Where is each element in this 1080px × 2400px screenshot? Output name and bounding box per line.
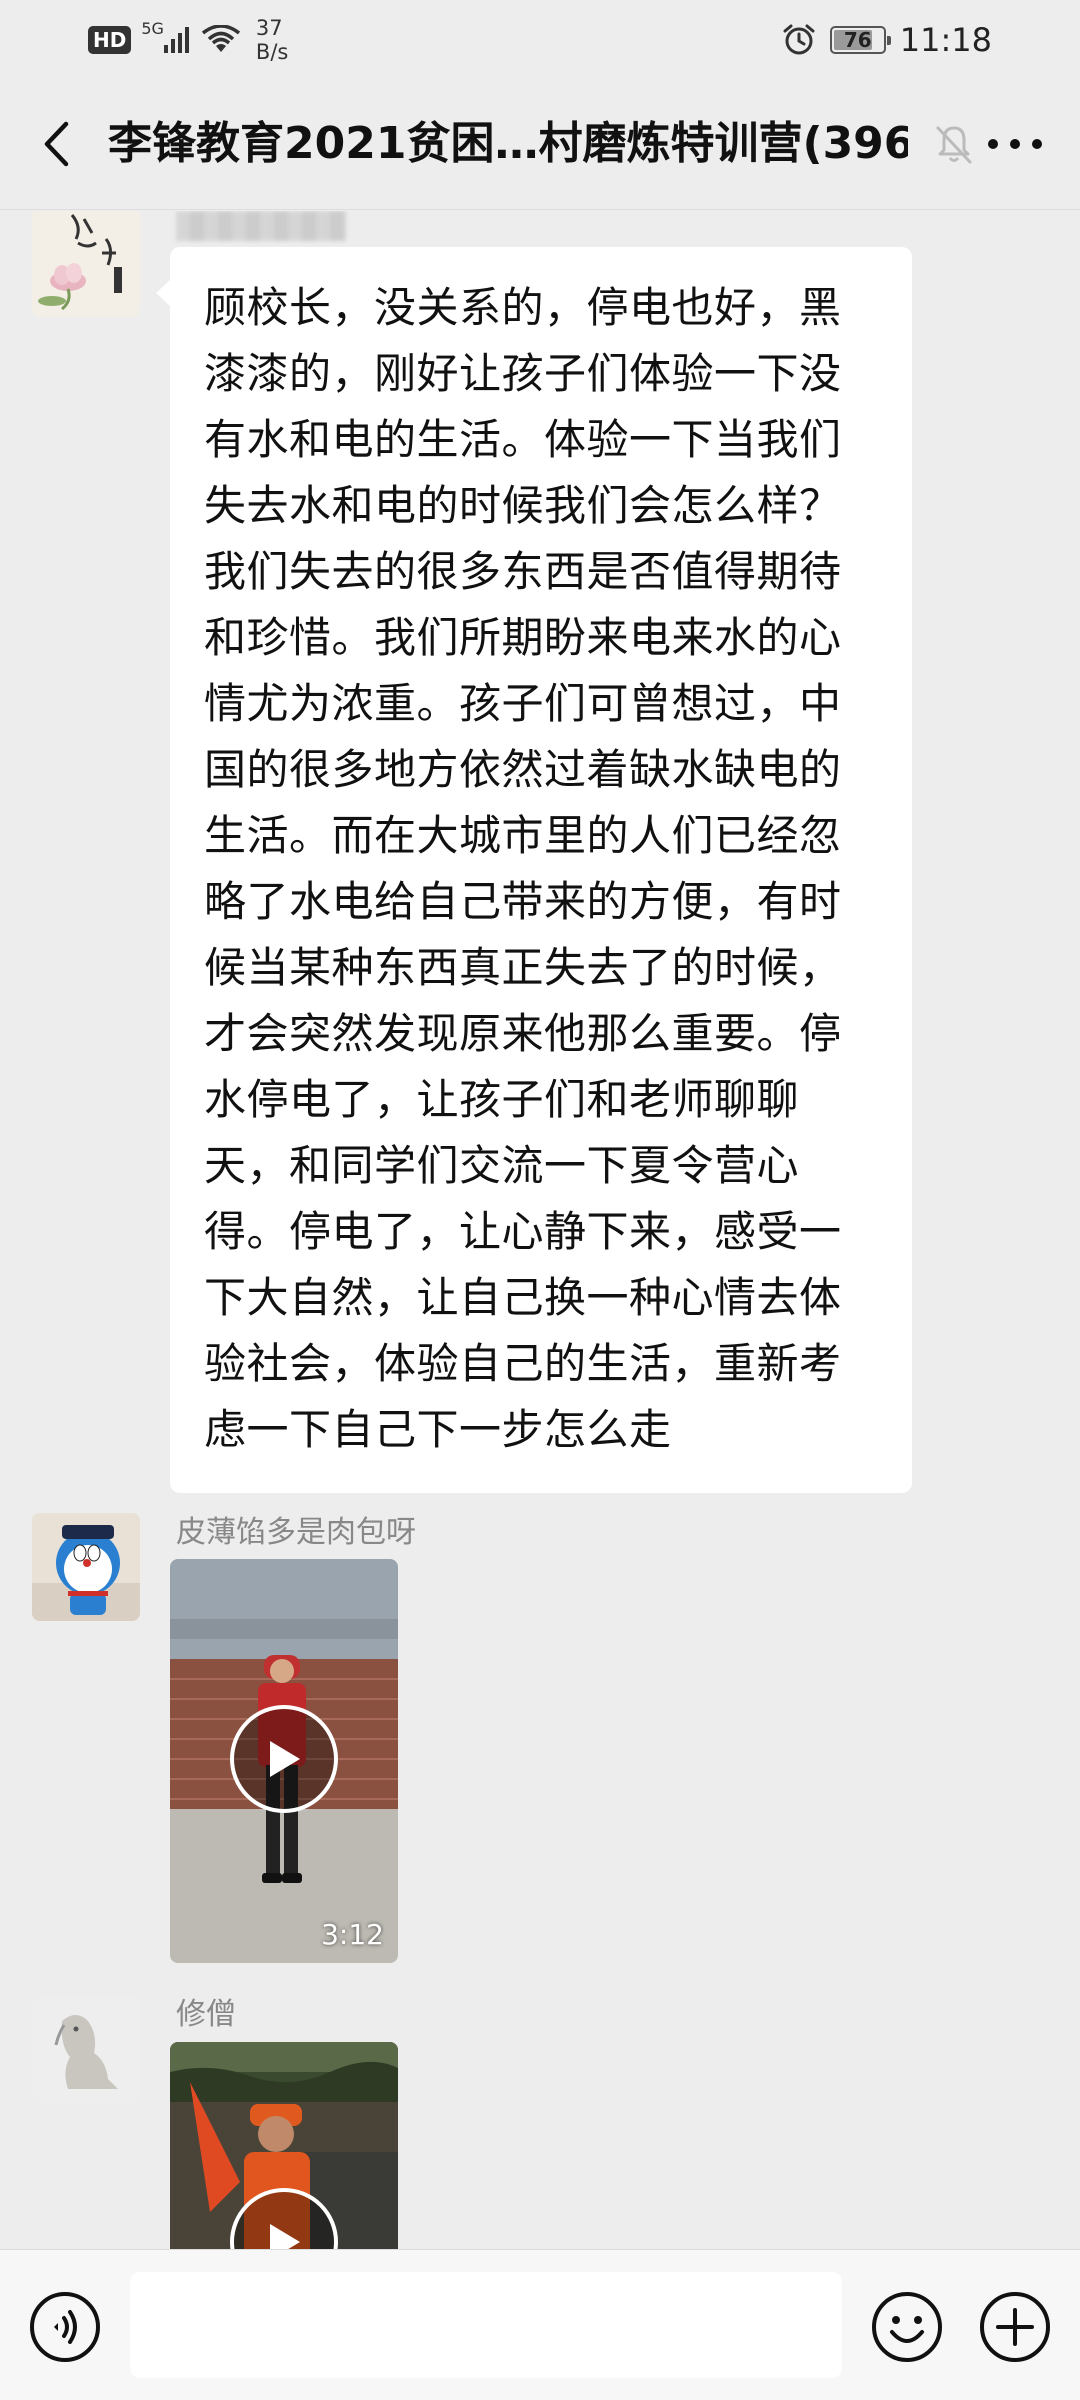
- plus-icon[interactable]: [978, 2290, 1052, 2364]
- status-right: 76 11:18: [782, 14, 992, 66]
- battery-indicator: 76: [829, 26, 891, 54]
- more-button[interactable]: [975, 114, 1055, 174]
- alarm-icon: [783, 24, 815, 55]
- chat-header: 李锋教育2021贫困…村磨炼特训营(396): [0, 80, 1080, 210]
- more-dots-icon: [988, 139, 1042, 149]
- signal-icon: [163, 27, 189, 53]
- chat-title: 李锋教育2021贫困…村磨炼特训营(396): [108, 118, 908, 169]
- battery-cap: [886, 36, 891, 45]
- message-text: 顾校长，没关系的，停电也好，黑漆漆的，刚好让孩子们体验一下没有水和电的生活。体验…: [204, 283, 842, 1454]
- text-message-bubble[interactable]: 顾校长，没关系的，停电也好，黑漆漆的，刚好让孩子们体验一下没有水和电的生活。体验…: [156, 247, 912, 1493]
- input-bar: [0, 2249, 1080, 2400]
- calligraphy-lotus-avatar-image: [32, 211, 140, 317]
- avatar[interactable]: [32, 211, 140, 317]
- play-icon: [270, 2224, 300, 2249]
- speed-value: 37: [255, 16, 283, 40]
- dog-sketch-avatar-image: [32, 1995, 140, 2103]
- play-icon: [270, 1741, 300, 1777]
- message-input[interactable]: [130, 2272, 842, 2378]
- status-bar: HD 5G 37 B/s 76 11:18: [0, 0, 1080, 80]
- net-speed: 37 B/s: [256, 16, 288, 64]
- clock: 11:18: [899, 21, 992, 59]
- network-type: 5G: [141, 18, 164, 38]
- voice-input-icon[interactable]: [28, 2290, 102, 2364]
- speed-unit: B/s: [255, 40, 289, 64]
- battery-level: 76: [843, 28, 872, 52]
- sender-name-blurred: [176, 211, 346, 241]
- status-left: HD 5G 37 B/s: [88, 14, 288, 66]
- hd-badge: HD: [88, 26, 132, 54]
- video-message[interactable]: 3:12: [170, 1559, 398, 1963]
- avatar[interactable]: [32, 1995, 140, 2103]
- mute-bell-icon: [936, 126, 972, 164]
- emoji-icon[interactable]: [870, 2290, 944, 2364]
- avatar[interactable]: [32, 1513, 140, 1621]
- bubble-tail: [156, 279, 171, 307]
- message-list[interactable]: 顾校长，没关系的，停电也好，黑漆漆的，刚好让孩子们体验一下没有水和电的生活。体验…: [0, 211, 1080, 2249]
- sender-name: 修僧: [176, 1997, 236, 2032]
- play-button[interactable]: [230, 1705, 338, 1813]
- wifi-icon: [201, 25, 240, 52]
- video-duration: 3:12: [321, 1918, 384, 1951]
- sender-name: 皮薄馅多是肉包呀: [176, 1515, 416, 1550]
- doraemon-avatar-image: [32, 1513, 140, 1621]
- video-message[interactable]: [170, 2042, 398, 2249]
- back-button[interactable]: [26, 114, 86, 174]
- chevron-left-icon: [44, 121, 69, 167]
